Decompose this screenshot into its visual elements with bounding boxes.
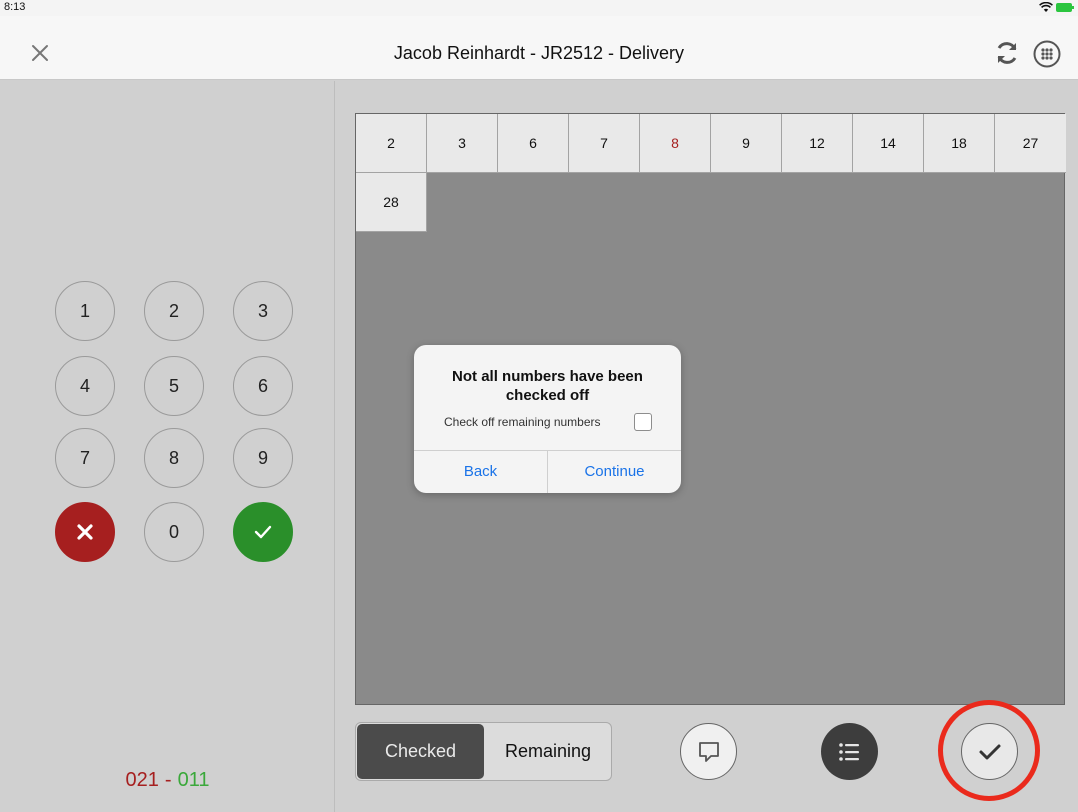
status-time: 8:13: [4, 1, 26, 13]
clear-button[interactable]: [55, 502, 115, 562]
keypad-icon[interactable]: [1033, 40, 1061, 68]
count-separator: -: [164, 769, 172, 791]
key-9[interactable]: 9: [233, 428, 293, 488]
grid-cell[interactable]: 12: [782, 114, 853, 173]
list-icon: [838, 742, 859, 761]
grid-cell[interactable]: 2: [356, 114, 427, 173]
page-title: Jacob Reinhardt - JR2512 - Delivery: [393, 43, 685, 63]
status-indicators: [1039, 2, 1074, 13]
key-1[interactable]: 1: [55, 281, 115, 341]
keypad-panel: 1 2 3 4 5 6 7 8 9 0 021-011: [0, 81, 335, 812]
checkmark-icon: [979, 744, 1000, 759]
key-8[interactable]: 8: [144, 428, 204, 488]
count-summary: 021-011: [0, 769, 335, 792]
enter-button[interactable]: [233, 502, 293, 562]
alert-checkbox-label: Check off remaining numbers: [444, 415, 601, 429]
list-button[interactable]: [821, 723, 878, 780]
grid-cell[interactable]: 28: [356, 173, 427, 232]
wifi-icon: [1039, 2, 1053, 12]
key-2[interactable]: 2: [144, 281, 204, 341]
refresh-icon[interactable]: [994, 40, 1020, 66]
grid-cell[interactable]: 7: [569, 114, 640, 173]
grid-cell[interactable]: 18: [924, 114, 995, 173]
check-remaining-checkbox[interactable]: [634, 413, 652, 431]
grid-cell[interactable]: 9: [711, 114, 782, 173]
key-4[interactable]: 4: [55, 356, 115, 416]
grid-cell[interactable]: 14: [853, 114, 924, 173]
grid-cell-highlighted[interactable]: 8: [640, 114, 711, 173]
close-icon: [77, 524, 93, 540]
view-segmented-control: Checked Remaining: [355, 722, 612, 781]
key-3[interactable]: 3: [233, 281, 293, 341]
remaining-count: 011: [177, 769, 210, 791]
alert-title: Not all numbers have been checked off: [452, 368, 643, 404]
continue-button[interactable]: Continue: [548, 450, 681, 493]
key-7[interactable]: 7: [55, 428, 115, 488]
comment-button[interactable]: [680, 723, 737, 780]
grid-cell[interactable]: 27: [995, 114, 1066, 173]
tab-remaining[interactable]: Remaining: [485, 723, 611, 780]
grid-cell[interactable]: 6: [498, 114, 569, 173]
checkmark-icon: [254, 525, 272, 539]
key-6[interactable]: 6: [233, 356, 293, 416]
confirm-button[interactable]: [961, 723, 1018, 780]
tab-checked[interactable]: Checked: [357, 724, 484, 779]
status-bar: 8:13: [0, 0, 1078, 16]
back-button[interactable]: Back: [414, 450, 547, 493]
key-5[interactable]: 5: [144, 356, 204, 416]
checked-count: 021: [125, 769, 159, 791]
key-0[interactable]: 0: [144, 502, 204, 562]
nav-bar: Jacob Reinhardt - JR2512 - Delivery: [0, 16, 1078, 80]
battery-charging-icon: [1056, 3, 1074, 12]
grid-cell[interactable]: 3: [427, 114, 498, 173]
comment-icon: [698, 741, 719, 762]
